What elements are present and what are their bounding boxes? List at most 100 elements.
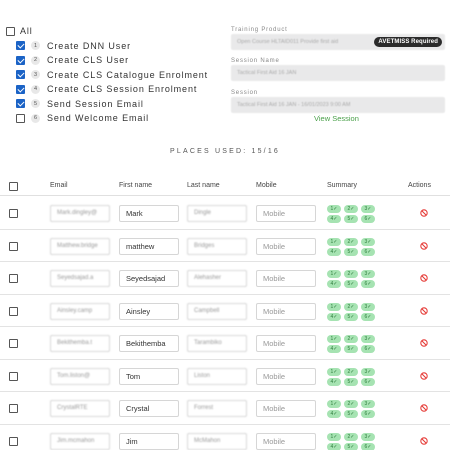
summary-pill: 1✓: [327, 432, 341, 441]
step-number: 2: [31, 55, 40, 65]
summary-pill: 1✓: [327, 302, 341, 311]
row-checkbox[interactable]: [9, 241, 18, 251]
step-label: Send Welcome Email: [47, 113, 150, 124]
first-name-field[interactable]: Mark: [119, 205, 179, 222]
step-item[interactable]: 6 Send Welcome Email: [6, 111, 226, 126]
header-first-name: First name: [119, 182, 153, 189]
summary-pill: 4✓: [327, 442, 341, 450]
ban-icon[interactable]: [420, 404, 428, 412]
summary-pill: 3✓: [361, 237, 375, 246]
step-number: 5: [31, 99, 40, 109]
summary-pill: 6✓: [361, 345, 375, 353]
ban-icon[interactable]: [420, 274, 428, 282]
step-item[interactable]: 4 Create CLS Session Enrolment: [6, 82, 226, 97]
row-checkbox[interactable]: [9, 436, 18, 446]
step-checkbox[interactable]: [16, 99, 25, 109]
view-session-link[interactable]: View Session: [314, 114, 359, 123]
mobile-field[interactable]: Mobile: [256, 205, 316, 222]
row-checkbox[interactable]: [9, 339, 18, 348]
ban-icon[interactable]: [420, 371, 428, 380]
last-name-field[interactable]: Campbell: [187, 302, 247, 320]
step-checkbox[interactable]: [16, 70, 25, 80]
summary-pill: 5✓: [344, 377, 358, 386]
select-all-checkbox[interactable]: [6, 26, 15, 36]
first-name-field[interactable]: matthew: [119, 237, 179, 255]
summary-pill: 2✓: [344, 432, 358, 441]
table-row: Seyedsajad.a Seyedsajad Alehasher Mobile 1✓ 2…: [0, 262, 450, 295]
email-field[interactable]: Jim.mcmahon: [50, 432, 110, 450]
last-name-field[interactable]: Liston: [187, 367, 247, 385]
last-name-field[interactable]: Alehasher: [187, 270, 247, 287]
summary-pill: 3✓: [361, 400, 375, 408]
summary-pill: 5✓: [344, 410, 358, 418]
ban-icon[interactable]: [420, 306, 428, 315]
step-number: 1: [31, 41, 40, 51]
session-field[interactable]: Tactical First Aid 16 JAN - 16/01/2023 9…: [231, 97, 445, 113]
row-checkbox[interactable]: [9, 274, 18, 283]
avetmiss-badge: AVETMISS Required: [374, 37, 442, 47]
mobile-field[interactable]: Mobile: [256, 400, 316, 417]
email-field[interactable]: CrystalRTE: [50, 400, 110, 417]
first-name-field[interactable]: Seyedsajad: [119, 270, 179, 287]
step-item[interactable]: 5 Send Session Email: [6, 97, 226, 112]
last-name-field[interactable]: Forrest: [187, 400, 247, 417]
row-checkbox[interactable]: [9, 209, 18, 218]
email-field[interactable]: Tom.liston@: [50, 367, 110, 385]
table-row: Jim.mcmahon Jim McMahon Mobile 1✓ 2✓ 3✓ 4✓ 5✓ 6✓: [0, 425, 450, 450]
step-item[interactable]: 3 Create CLS Catalogue Enrolment: [6, 68, 226, 83]
email-field[interactable]: Seyedsajad.a: [50, 270, 110, 287]
summary-pill: 3✓: [361, 335, 375, 343]
summary-pill: 4✓: [327, 215, 341, 223]
row-checkbox[interactable]: [9, 306, 18, 316]
last-name-field[interactable]: Tarambiko: [187, 335, 247, 352]
select-all-rows-checkbox[interactable]: [9, 182, 18, 191]
step-checkbox[interactable]: [16, 41, 25, 51]
select-all-steps[interactable]: All: [6, 24, 226, 39]
first-name-field[interactable]: Crystal: [119, 400, 179, 417]
mobile-field[interactable]: Mobile: [256, 237, 316, 255]
email-field[interactable]: Bekithemba.t: [50, 335, 110, 352]
row-checkbox[interactable]: [9, 404, 18, 413]
mobile-field[interactable]: Mobile: [256, 302, 316, 320]
ban-icon[interactable]: [420, 339, 428, 347]
summary-pill: 6✓: [361, 215, 375, 223]
first-name-field[interactable]: Ainsley: [119, 302, 179, 320]
step-item[interactable]: 2 Create CLS User: [6, 53, 226, 68]
places-used: PLACES USED: 15/16: [169, 148, 281, 155]
steps-checklist: All 1 Create DNN User 2 Create CLS User 3 Cre…: [6, 24, 226, 126]
ban-icon[interactable]: [420, 436, 428, 445]
step-checkbox[interactable]: [16, 113, 25, 123]
summary-pill: 5✓: [344, 215, 358, 223]
step-item[interactable]: 1 Create DNN User: [6, 39, 226, 54]
last-name-field[interactable]: McMahon: [187, 432, 247, 450]
step-checkbox[interactable]: [16, 84, 25, 94]
step-label: Send Session Email: [47, 98, 144, 109]
header-actions: Actions: [408, 182, 431, 189]
email-field[interactable]: Mark.dingley@: [50, 205, 110, 222]
last-name-field[interactable]: Bridges: [187, 237, 247, 255]
summary-status: 1✓ 2✓ 3✓ 4✓ 5✓ 6✓: [327, 302, 387, 323]
last-name-field[interactable]: Dingle: [187, 205, 247, 222]
mobile-field[interactable]: Mobile: [256, 432, 316, 450]
first-name-field[interactable]: Jim: [119, 432, 179, 450]
step-checkbox[interactable]: [16, 55, 25, 65]
summary-pill: 6✓: [361, 377, 375, 386]
ban-icon[interactable]: [420, 241, 428, 250]
row-checkbox[interactable]: [9, 371, 18, 381]
mobile-field[interactable]: Mobile: [256, 367, 316, 385]
ban-icon[interactable]: [420, 209, 428, 217]
mobile-field[interactable]: Mobile: [256, 270, 316, 287]
mobile-field[interactable]: Mobile: [256, 335, 316, 352]
first-name-field[interactable]: Tom: [119, 367, 179, 385]
training-product-group: Training Product Open Course HLTAID011 P…: [231, 26, 445, 50]
email-field[interactable]: Ainsley.camp: [50, 302, 110, 320]
summary-status: 1✓ 2✓ 3✓ 4✓ 5✓ 6✓: [327, 270, 387, 290]
summary-pill: 4✓: [327, 312, 341, 321]
first-name-field[interactable]: Bekithemba: [119, 335, 179, 352]
table-row: CrystalRTE Crystal Forrest Mobile 1✓ 2✓ 3✓ 4✓ 5✓…: [0, 392, 450, 425]
session-name-field[interactable]: Tactical First Aid 16 JAN: [231, 65, 445, 81]
summary-pill: 2✓: [344, 335, 358, 343]
participant-rows: Mark.dingley@ Mark Dingle Mobile 1✓ 2✓ 3✓ 4✓ 5✓ 6…: [0, 197, 450, 450]
email-field[interactable]: Matthew.bridge: [50, 237, 110, 255]
step-number: 6: [31, 113, 40, 123]
